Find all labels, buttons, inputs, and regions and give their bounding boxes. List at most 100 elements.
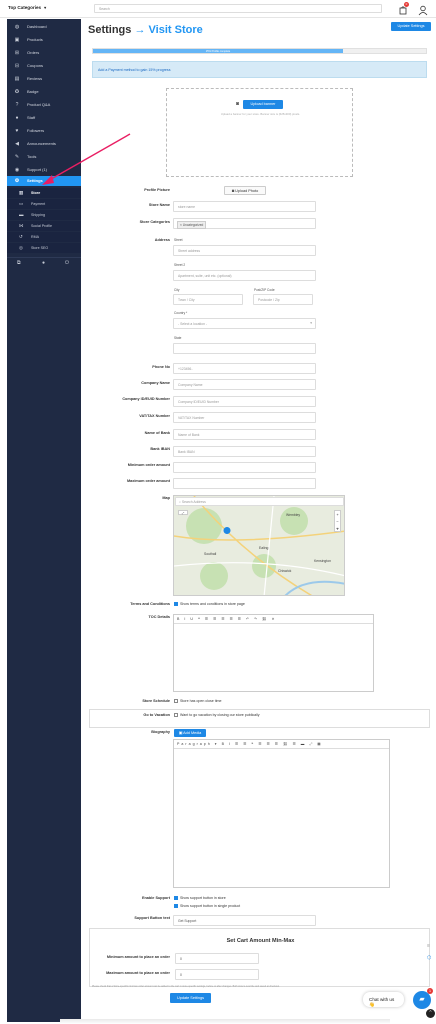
sidebar-item-badge[interactable]: ✪ Badge	[7, 87, 81, 97]
cart-max-label: Maximum amount to place an order	[106, 971, 170, 975]
coupons-icon: ⊟	[14, 63, 20, 69]
share-icon[interactable]: ⬡	[427, 955, 431, 961]
sidebar-item-product-qa[interactable]: ? Product Q&A	[7, 100, 81, 110]
map-search-placeholder: Search Address	[181, 500, 206, 504]
min-order-input[interactable]	[173, 462, 316, 473]
sidebar-subitem-payment[interactable]: ▭ Payment	[7, 199, 81, 209]
chat-icon: ▰	[419, 996, 425, 1003]
sidebar-subitem-social-profile[interactable]: ⋈ Social Profile	[7, 221, 81, 231]
biography-editor-toolbar[interactable]: Paragraph ▾ B I ☰ ☰ ❝ ☰ ☰ ☰ ⛓ ☰ ▬ ⤢ ▦	[174, 740, 389, 749]
vacation-checkbox[interactable]: Want to go vacation by closing our store…	[174, 713, 260, 717]
country-select[interactable]: - Select a location - ▾	[173, 318, 316, 329]
cart-min-input[interactable]: 0	[175, 953, 259, 964]
banner-upload-area[interactable]: ◙ Upload banner Upload a banner for your…	[166, 88, 353, 177]
sidebar-item-orders[interactable]: ⊞ Orders	[7, 48, 81, 58]
map-label-kensington: Kensington	[314, 559, 331, 563]
search-input[interactable]: Search	[94, 4, 382, 13]
sidebar-item-staff[interactable]: ● Staff	[7, 113, 81, 123]
country-select-value: - Select a location -	[178, 322, 208, 326]
sidebar-subitem-rma[interactable]: ↺ RMA	[7, 232, 81, 242]
biography-editor[interactable]: Paragraph ▾ B I ☰ ☰ ❝ ☰ ☰ ☰ ⛓ ☰ ▬ ⤢ ▦	[173, 739, 390, 888]
visit-store-link[interactable]: Visit Store	[149, 24, 203, 36]
add-media-button[interactable]: ▣ Add Media	[174, 729, 206, 737]
sidebar-subitem-store-seo[interactable]: ◎ Store SEO	[7, 243, 81, 253]
bank-name-input[interactable]: Name of Bank	[173, 429, 316, 440]
sidebar-item-dashboard[interactable]: ◍ Dashboard	[7, 22, 81, 32]
category-tag[interactable]: × Uncategorized	[177, 221, 207, 229]
add-media-label: Add Media	[183, 731, 202, 735]
external-link-icon[interactable]: ⧉	[17, 260, 21, 266]
cart-icon[interactable]: 0	[398, 2, 409, 15]
sidebar-item-coupons[interactable]: ⊟ Coupons	[7, 61, 81, 71]
user-icon[interactable]: ●	[42, 260, 45, 266]
zip-input[interactable]: Postcode / Zip	[253, 294, 313, 305]
company-name-input[interactable]: Company Name	[173, 379, 316, 390]
top-categories-menu[interactable]: Top Categories ▾	[8, 5, 46, 10]
store-icon: ▥	[19, 190, 24, 195]
toc-label: TOC Details	[148, 615, 170, 619]
support-product-checkbox[interactable]: Show support button in single product	[174, 904, 240, 908]
power-icon[interactable]: ⏻	[65, 260, 69, 266]
sidebar-item-products[interactable]: ▣ Products	[7, 35, 81, 45]
progress-text: 15% Profile complete	[205, 50, 231, 53]
toc-editor[interactable]: B I U ❝ ☰ ☰ ☰ ☰ ☰ ↶ ↷ ⛓ ✕	[173, 614, 374, 692]
sidebar-item-label: Staff	[27, 115, 36, 120]
update-settings-button-top[interactable]: Update Settings	[391, 22, 431, 31]
question-icon: ?	[15, 102, 19, 108]
phone-input[interactable]: +123456..	[173, 363, 316, 374]
page-title-text: Settings	[88, 24, 132, 36]
support-text-input[interactable]: Get Support	[173, 915, 316, 926]
store-categories-select[interactable]: × Uncategorized	[173, 218, 316, 229]
iban-input[interactable]: Bank IBAN	[173, 446, 316, 457]
street2-input[interactable]: Apartment, suite, unit etc. (optional)	[173, 270, 316, 281]
annotation-arrow	[42, 133, 131, 185]
sidebar-item-reviews[interactable]: ▤ Reviews	[7, 74, 81, 84]
company-id-input[interactable]: Company ID/EUID Number	[173, 396, 316, 407]
payment-alert: Add a Payment method to gain 15% progres…	[92, 61, 427, 78]
max-order-input[interactable]	[173, 478, 316, 489]
vacation-section	[89, 709, 430, 728]
reviews-icon: ▤	[14, 76, 20, 82]
support-store-checkbox[interactable]: Show support button in store	[174, 896, 226, 900]
upload-photo-button[interactable]: ◙ Upload Photo	[224, 186, 266, 195]
store-name-input[interactable]: store name	[173, 201, 316, 212]
support-text-label: Support Button text	[134, 916, 170, 920]
orders-icon: ⊞	[14, 50, 20, 56]
map-label-chiswick: Chiswick	[278, 569, 292, 573]
vat-input[interactable]: VAT/TAX Number	[173, 412, 316, 423]
upload-banner-button[interactable]: Upload banner	[243, 100, 283, 109]
top-categories-label: Top Categories	[8, 5, 42, 10]
street-input[interactable]: Street address	[173, 245, 316, 256]
cart-max-input[interactable]: 0	[175, 969, 259, 980]
update-settings-button-bottom[interactable]: Update Settings	[170, 993, 211, 1003]
chat-widget[interactable]: Chat with us 👋	[363, 992, 404, 1007]
bottom-shadow	[60, 1019, 390, 1024]
terms-checkbox-label: Show terms and conditions in store page	[180, 602, 245, 606]
map-search-input[interactable]: ⌕ Search Address	[175, 497, 344, 506]
company-name-label: Company Name	[141, 381, 170, 385]
scroll-up-icon[interactable]: ⌃	[426, 1009, 435, 1018]
store-map[interactable]: ⌕ Search Address Wembley Ealing Southall…	[173, 495, 345, 596]
map-label-southall: Southall	[204, 552, 217, 556]
cart-section-title: Set Cart Amount Min-Max	[226, 938, 295, 944]
sidebar-item-label: Tools	[27, 154, 37, 159]
city-input[interactable]: Town / City	[173, 294, 243, 305]
map-label: Map	[162, 496, 170, 500]
checkbox-icon	[174, 713, 178, 717]
badge-icon: ✪	[14, 89, 20, 95]
fullscreen-icon[interactable]: ⤢	[178, 510, 188, 515]
store-categories-label: Store Categories	[139, 220, 170, 224]
terms-checkbox[interactable]: Show terms and conditions in store page	[174, 602, 245, 606]
toc-editor-toolbar[interactable]: B I U ❝ ☰ ☰ ☰ ☰ ☰ ↶ ↷ ⛓ ✕	[174, 615, 373, 624]
menu-icon[interactable]: ≡	[427, 943, 431, 949]
map-zoom-controls[interactable]: + − ⌖	[334, 510, 341, 532]
wrench-icon: ✎	[14, 154, 20, 160]
state-input[interactable]	[173, 343, 316, 354]
sidebar-subitem-label: Payment	[31, 202, 46, 206]
paragraph-select[interactable]: Paragraph	[177, 742, 212, 746]
chevron-down-icon: ▾	[310, 321, 312, 325]
schedule-checkbox[interactable]: Store has open close time	[174, 699, 222, 703]
sidebar-item-label: Coupons	[27, 63, 44, 68]
user-icon[interactable]	[418, 3, 428, 16]
sidebar-subitem-shipping[interactable]: ▬ Shipping	[7, 210, 81, 220]
